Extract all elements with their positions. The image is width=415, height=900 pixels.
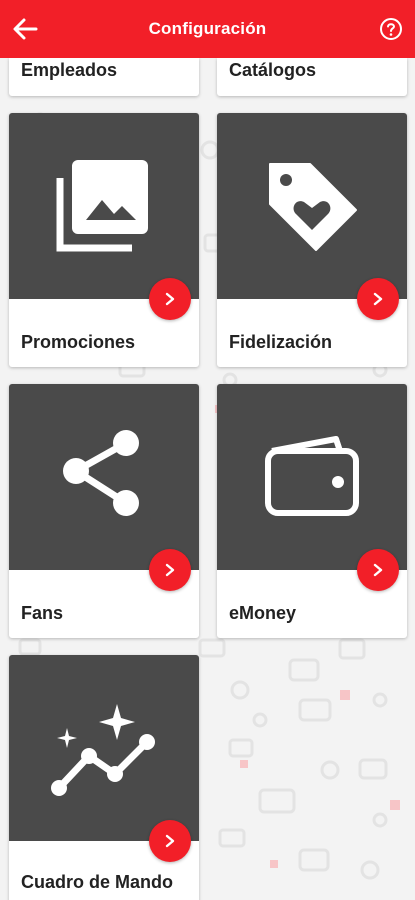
card-label: eMoney: [229, 603, 297, 623]
card-media: [9, 113, 199, 299]
wallet-icon: [265, 436, 359, 516]
help-button[interactable]: [379, 17, 403, 41]
card-fidelizacion[interactable]: Fidelización: [217, 113, 407, 367]
card-label: Fans: [21, 603, 64, 623]
card-media: [9, 655, 199, 841]
card-cuadro-de-mando[interactable]: Cuadro de Mando: [9, 655, 199, 900]
card-media: [217, 113, 407, 299]
card-label: Fidelización: [229, 332, 333, 352]
chevron-right-icon: [165, 834, 175, 848]
card-media: [217, 384, 407, 570]
card-label: Cuadro de Mando: [21, 872, 173, 892]
open-button[interactable]: [149, 549, 191, 591]
chevron-right-icon: [373, 563, 383, 577]
chevron-right-icon: [373, 292, 383, 306]
settings-grid: Empleados Catálogos Promociones Fideliza…: [0, 0, 415, 900]
card-media: [9, 384, 199, 570]
card-promociones[interactable]: Promociones: [9, 113, 199, 367]
card-catalogos[interactable]: Catálogos: [217, 58, 407, 96]
app-bar: Configuración: [0, 0, 415, 58]
arrow-left-icon: [13, 18, 38, 40]
open-button[interactable]: [357, 278, 399, 320]
card-label: Empleados: [21, 60, 118, 80]
open-button[interactable]: [149, 278, 191, 320]
chevron-right-icon: [165, 292, 175, 306]
tag-heart-icon: [269, 163, 357, 251]
chevron-right-icon: [165, 563, 175, 577]
card-emoney[interactable]: eMoney: [217, 384, 407, 638]
image-gallery-icon: [56, 160, 148, 252]
open-button[interactable]: [357, 549, 399, 591]
sparkle-chart-icon: [51, 704, 155, 796]
page-title: Configuración: [148, 19, 267, 38]
back-button[interactable]: [10, 14, 40, 44]
card-empleados[interactable]: Empleados: [9, 58, 199, 96]
card-fans[interactable]: Fans: [9, 384, 199, 638]
card-label: Promociones: [21, 332, 136, 352]
card-label: Catálogos: [229, 60, 317, 80]
help-circle-icon: [380, 18, 402, 40]
share-icon: [63, 430, 139, 516]
open-button[interactable]: [149, 820, 191, 862]
